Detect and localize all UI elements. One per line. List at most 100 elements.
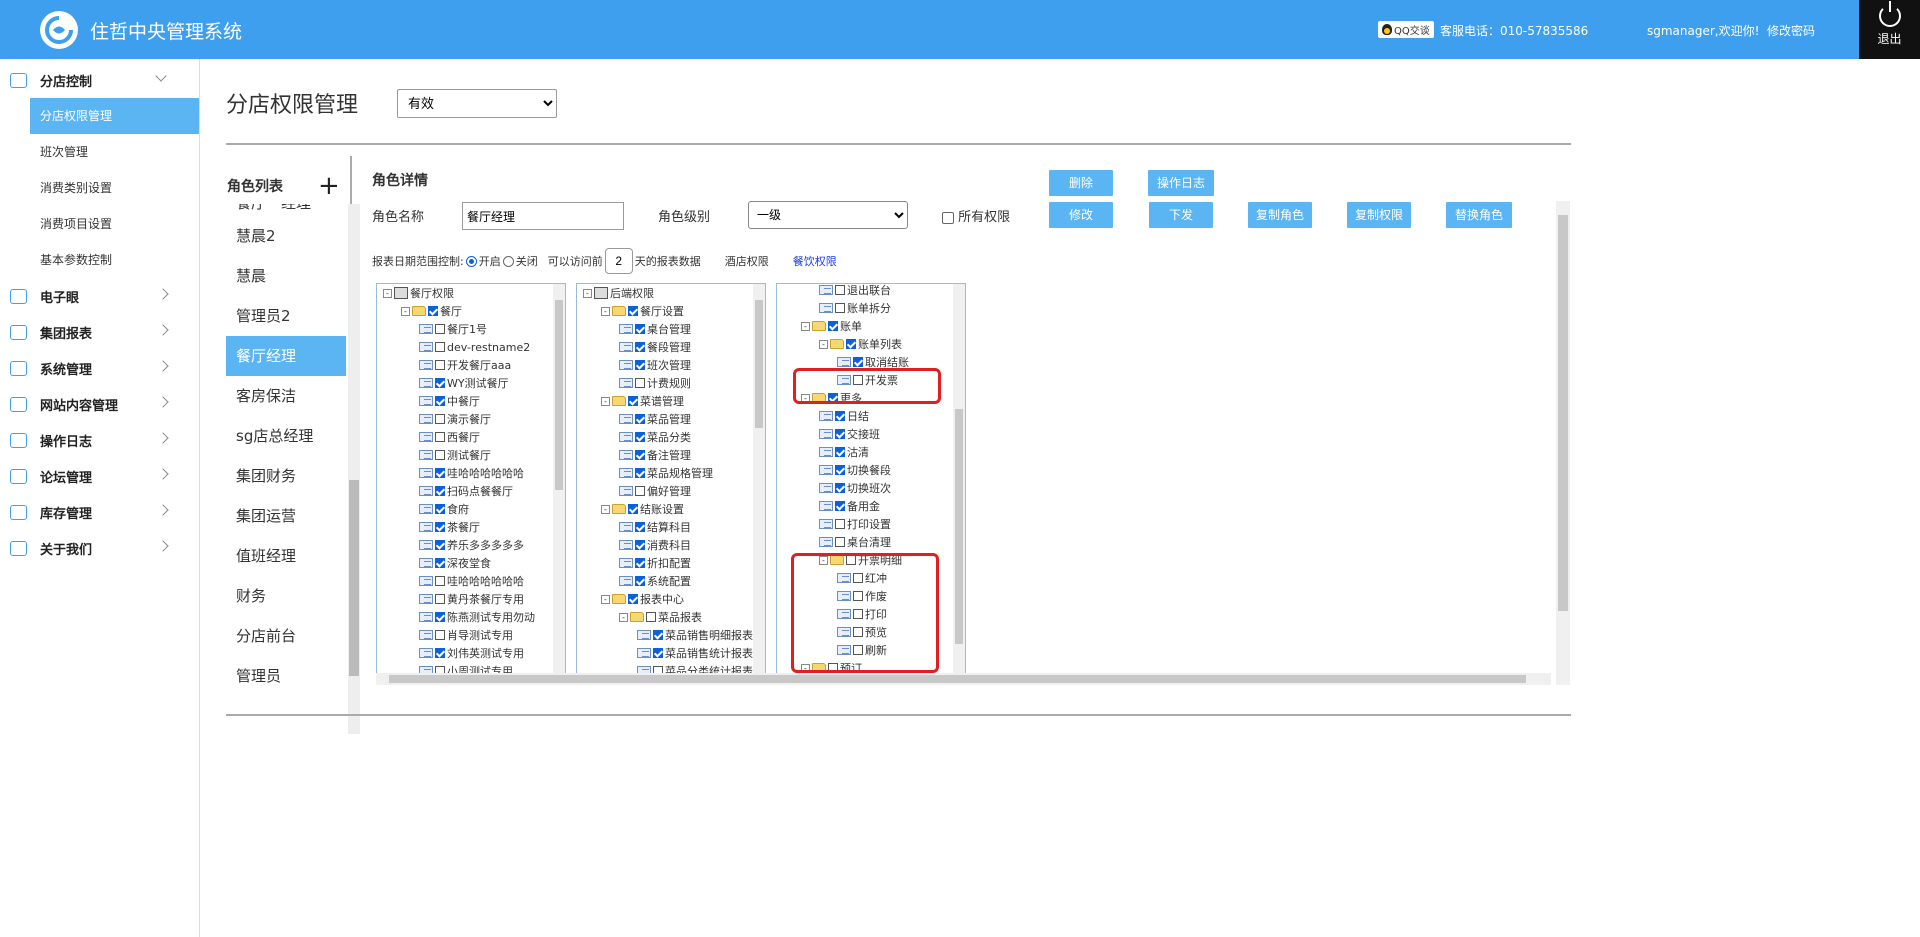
permission-checkbox[interactable]	[635, 360, 645, 370]
tree-node[interactable]: dev-restname2	[419, 338, 530, 356]
tree-node[interactable]: 切换班次	[819, 479, 891, 497]
permission-checkbox[interactable]	[435, 540, 445, 550]
tree-node[interactable]: 深夜堂食	[419, 554, 491, 572]
tree-node[interactable]: 演示餐厅	[419, 410, 491, 428]
permission-checkbox[interactable]	[635, 486, 645, 496]
role-item[interactable]: 集团财务	[226, 456, 346, 496]
permission-checkbox[interactable]	[635, 558, 645, 568]
tree-node[interactable]: 结算科目	[619, 518, 691, 536]
tree-node[interactable]: 折扣配置	[619, 554, 691, 572]
permission-checkbox[interactable]	[628, 306, 638, 316]
tree-node[interactable]: 切换餐段	[819, 461, 891, 479]
permission-checkbox[interactable]	[435, 630, 445, 640]
tree-node[interactable]: 系统配置	[619, 572, 691, 590]
role-item[interactable]: 管理员	[226, 656, 346, 690]
permission-checkbox[interactable]	[835, 447, 845, 457]
tree-node[interactable]: - 菜谱管理	[601, 392, 684, 410]
permission-checkbox[interactable]	[835, 483, 845, 493]
permission-checkbox[interactable]	[635, 468, 645, 478]
tree-node[interactable]: 班次管理	[619, 356, 691, 374]
role-item-partial[interactable]: 餐厅一经理	[236, 204, 311, 213]
permission-checkbox[interactable]	[435, 522, 445, 532]
permission-checkbox[interactable]	[428, 306, 438, 316]
tree-node[interactable]: 消费科目	[619, 536, 691, 554]
logout-button[interactable]: 退出	[1859, 0, 1920, 59]
nav-group-operation-log[interactable]: 操作日志	[0, 422, 199, 458]
permission-checkbox[interactable]	[846, 339, 856, 349]
role-item[interactable]: 集团运营	[226, 496, 346, 536]
all-permissions-checkbox[interactable]	[942, 211, 954, 224]
tree-node[interactable]: 茶餐厅	[419, 518, 480, 536]
permission-checkbox[interactable]	[635, 324, 645, 334]
nav-group-group-reports[interactable]: 集团报表	[0, 314, 199, 350]
permission-checkbox[interactable]	[835, 303, 845, 313]
permission-checkbox[interactable]	[635, 414, 645, 424]
scrollbar-thumb[interactable]	[349, 480, 359, 676]
sidebar-item-branch-permissions[interactable]: 分店权限管理	[30, 98, 199, 134]
tree-node[interactable]: 菜品销售明细报表	[637, 626, 753, 644]
tree-node[interactable]: 打印设置	[819, 515, 891, 533]
tree-node[interactable]: - 结账设置	[601, 500, 684, 518]
permission-checkbox[interactable]	[635, 540, 645, 550]
collapse-icon[interactable]: -	[619, 612, 628, 622]
permission-checkbox[interactable]	[435, 648, 445, 658]
permission-checkbox[interactable]	[635, 378, 645, 388]
tree-node[interactable]: 菜品分类	[619, 428, 691, 446]
permission-checkbox[interactable]	[435, 504, 445, 514]
permission-checkbox[interactable]	[435, 342, 445, 352]
permission-checkbox[interactable]	[635, 432, 645, 442]
permission-checkbox[interactable]	[635, 576, 645, 586]
tree-node[interactable]: 黄丹茶餐厅专用	[419, 590, 524, 608]
permission-checkbox[interactable]	[835, 411, 845, 421]
tree-node[interactable]: 肖导测试专用	[419, 626, 513, 644]
tree-node[interactable]: 菜品规格管理	[619, 464, 713, 482]
tree-node[interactable]: 计费规则	[619, 374, 691, 392]
role-list-scrollbar[interactable]	[348, 204, 360, 734]
collapse-icon[interactable]: -	[401, 306, 410, 316]
tree-node[interactable]: 备用金	[819, 497, 880, 515]
permission-checkbox[interactable]	[435, 612, 445, 622]
tree-node[interactable]: 账单拆分	[819, 299, 891, 317]
nav-group-about[interactable]: 关于我们	[0, 530, 199, 566]
role-item-selected[interactable]: 餐厅经理	[226, 336, 346, 376]
sidebar-item-consumption-items[interactable]: 消费项目设置	[30, 206, 199, 242]
access-days-input[interactable]	[604, 248, 633, 274]
tree-node[interactable]: 西餐厅	[419, 428, 480, 446]
permission-checkbox[interactable]	[835, 537, 845, 547]
tree-node[interactable]: 陈燕测试专用勿动	[419, 608, 535, 626]
permission-checkbox[interactable]	[835, 501, 845, 511]
role-item[interactable]: 财务	[226, 576, 346, 616]
role-item[interactable]: 慧晨2	[226, 216, 346, 256]
radio-open[interactable]	[465, 255, 477, 267]
tree-node[interactable]: 中餐厅	[419, 392, 480, 410]
permission-checkbox[interactable]	[435, 576, 445, 586]
tree-node[interactable]: 食府	[419, 500, 469, 518]
tree-node[interactable]: - 餐厅权限	[383, 284, 454, 302]
sidebar-item-consumption-categories[interactable]: 消费类别设置	[30, 170, 199, 206]
delete-button[interactable]: 删除	[1049, 170, 1113, 196]
copy-permissions-button[interactable]: 复制权限	[1347, 202, 1411, 228]
tree-node[interactable]: - 后端权限	[583, 284, 654, 302]
modify-button[interactable]: 修改	[1049, 202, 1113, 228]
role-item[interactable]: 值班经理	[226, 536, 346, 576]
hotel-permissions-tab[interactable]: 酒店权限	[725, 253, 769, 269]
permission-checkbox[interactable]	[435, 396, 445, 406]
nav-group-system-management[interactable]: 系统管理	[0, 350, 199, 386]
permission-checkbox[interactable]	[653, 648, 663, 658]
collapse-icon[interactable]: -	[819, 339, 828, 349]
collapse-icon[interactable]: -	[601, 504, 610, 514]
radio-close[interactable]	[502, 255, 514, 267]
tree-node[interactable]: - 账单	[801, 317, 862, 335]
tree-scrollbar[interactable]	[753, 284, 765, 674]
permission-checkbox[interactable]	[635, 522, 645, 532]
permission-checkbox[interactable]	[435, 558, 445, 568]
permission-checkbox[interactable]	[653, 630, 663, 640]
permission-checkbox[interactable]	[435, 360, 445, 370]
tree-node[interactable]: 扫码点餐餐厅	[419, 482, 513, 500]
tree-node[interactable]: 交接班	[819, 425, 880, 443]
tree-node[interactable]: 开发餐厅aaa	[419, 356, 511, 374]
dispatch-button[interactable]: 下发	[1149, 202, 1213, 228]
dining-permissions-tab[interactable]: 餐饮权限	[793, 253, 837, 269]
permission-checkbox[interactable]	[828, 321, 838, 331]
tree-node[interactable]: 菜品管理	[619, 410, 691, 428]
